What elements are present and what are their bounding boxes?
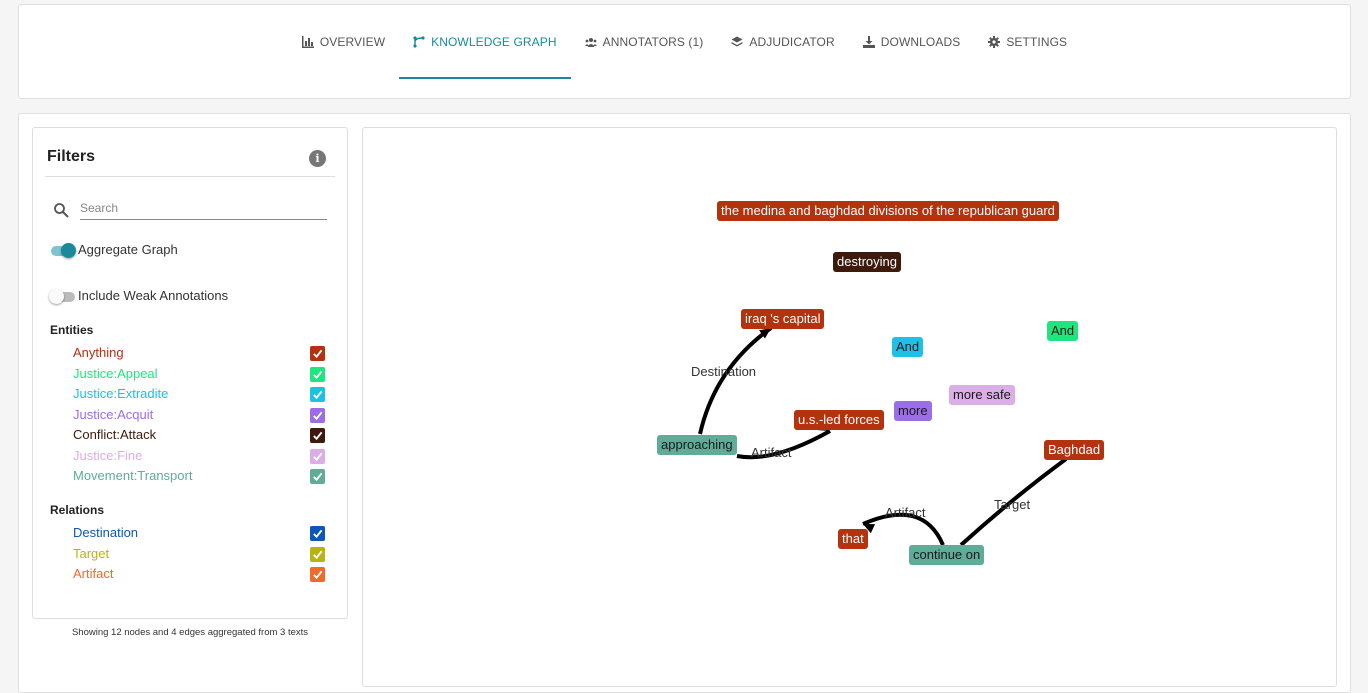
relation-label-artifact: Artifact xyxy=(73,566,114,581)
graph-node-and1[interactable]: And xyxy=(892,337,924,357)
entity-label-justice-fine: Justice:Fine xyxy=(73,447,143,463)
users-icon xyxy=(584,38,597,47)
filters-panel: Filters i Aggregate Graph Include Weak A… xyxy=(32,127,348,619)
tab-adjudicator-label: ADJUDICATOR xyxy=(749,35,835,49)
tab-settings-label: SETTINGS xyxy=(1006,35,1068,49)
relations-section-title: Relations xyxy=(50,503,105,517)
entity-checkbox-justice-appeal[interactable] xyxy=(310,366,325,382)
graph-edge-label-e3: Target xyxy=(994,497,1031,512)
graph-edge-label-e2: Artifact xyxy=(751,445,792,460)
graph-node-usled[interactable]: u.s.-led forces xyxy=(794,410,884,430)
graph-node-moresafe[interactable]: more safe xyxy=(949,385,1015,405)
info-icon[interactable]: i xyxy=(309,150,326,167)
relation-checkbox-destination[interactable] xyxy=(310,526,325,541)
include-weak-annotations-toggle[interactable] xyxy=(49,289,75,304)
search-icon xyxy=(54,203,69,218)
tab-downloads-label: DOWNLOADS xyxy=(880,35,961,49)
entity-label-anything: Anything xyxy=(73,345,124,360)
entity-label-justice-extradite: Justice:Extradite xyxy=(73,386,169,401)
search-input[interactable] xyxy=(80,196,327,220)
graph-edge-label-e4: Artifact xyxy=(885,505,926,520)
entity-checkbox-conflict-attack[interactable] xyxy=(310,428,325,443)
entity-checkbox-justice-fine[interactable] xyxy=(310,448,325,464)
divider xyxy=(45,176,335,177)
graph-edge-label-e1: Destination xyxy=(691,364,756,379)
graph-node-baghdad[interactable]: Baghdad xyxy=(1044,440,1105,460)
graph-node-continue[interactable]: continue on xyxy=(909,545,985,565)
entity-checkbox-movement-transport[interactable] xyxy=(310,469,325,484)
graph-node-more[interactable]: more xyxy=(894,401,932,421)
download-icon xyxy=(862,36,875,48)
entity-label-movement-transport: Movement:Transport xyxy=(73,468,193,483)
include-weak-annotations-label: Include Weak Annotations xyxy=(78,288,229,303)
graph-node-and2[interactable]: And xyxy=(1047,321,1079,341)
graph-node-capital[interactable]: iraq 's capital xyxy=(741,309,825,329)
graph-node-approaching[interactable]: approaching xyxy=(657,435,737,455)
relation-checkbox-target[interactable] xyxy=(310,546,325,562)
layers-icon xyxy=(731,36,743,47)
graph-icon xyxy=(413,36,425,48)
entity-label-conflict-attack: Conflict:Attack xyxy=(73,427,157,442)
gear-icon xyxy=(988,36,1001,48)
entity-checkbox-anything[interactable] xyxy=(310,346,325,361)
tab-knowledge-graph[interactable]: KNOWLEDGE GRAPH xyxy=(399,5,571,79)
entity-checkbox-justice-acquit[interactable] xyxy=(310,407,325,423)
tab-adjudicator[interactable]: ADJUDICATOR xyxy=(717,5,848,79)
tab-overview-label: OVERVIEW xyxy=(319,35,386,49)
graph-node-that[interactable]: that xyxy=(838,529,868,549)
tab-bar: OVERVIEW KNOWLEDGE GRAPH ANNOTATORS (1) … xyxy=(19,5,1350,100)
relation-label-destination: Destination xyxy=(73,525,139,540)
graph-node-destroying[interactable]: destroying xyxy=(833,252,901,272)
entity-label-justice-acquit: Justice:Acquit xyxy=(73,406,154,422)
relation-checkbox-artifact[interactable] xyxy=(310,567,325,582)
tab-downloads[interactable]: DOWNLOADS xyxy=(849,5,975,79)
toggle-knob xyxy=(61,243,76,258)
tab-knowledge-graph-label: KNOWLEDGE GRAPH xyxy=(431,35,557,49)
graph-node-medina[interactable]: the medina and baghdad divisions of the … xyxy=(717,201,1059,221)
tab-overview[interactable]: OVERVIEW xyxy=(288,5,399,79)
bar-chart-icon xyxy=(301,36,314,48)
graph-edge-e1[interactable] xyxy=(698,326,773,435)
tab-settings[interactable]: SETTINGS xyxy=(974,5,1081,79)
aggregate-graph-toggle[interactable] xyxy=(51,243,76,258)
knowledge-graph-canvas[interactable]: Destination Artifact Target Artifact the me… xyxy=(362,127,1337,687)
nav-card: OVERVIEW KNOWLEDGE GRAPH ANNOTATORS (1) … xyxy=(18,4,1351,99)
toggle-knob xyxy=(49,289,64,304)
tab-annotators-label: ANNOTATORS (1) xyxy=(602,35,704,49)
tab-annotators[interactable]: ANNOTATORS (1) xyxy=(571,5,718,79)
entity-checkbox-justice-extradite[interactable] xyxy=(310,387,325,402)
entities-section-title: Entities xyxy=(50,323,94,337)
relation-label-target: Target xyxy=(73,545,110,561)
entity-label-justice-appeal: Justice:Appeal xyxy=(73,365,158,381)
graph-summary-text: Showing 12 nodes and 4 edges aggregated … xyxy=(71,627,309,638)
aggregate-graph-label: Aggregate Graph xyxy=(78,242,178,257)
filters-title: Filters xyxy=(47,148,96,165)
